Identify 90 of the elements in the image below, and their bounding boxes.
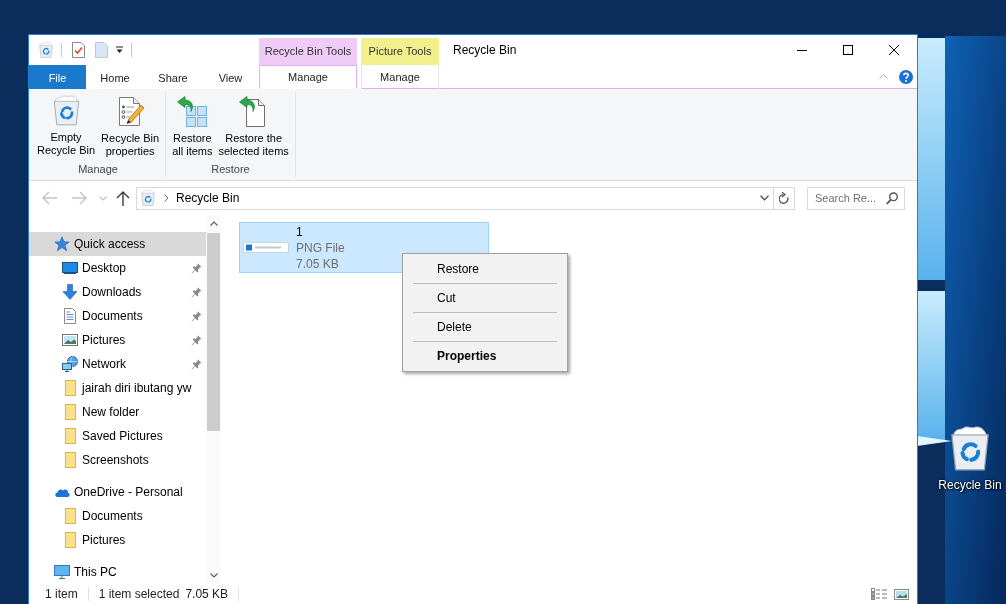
refresh-icon <box>778 191 790 205</box>
arrow-tiles-icon <box>176 95 209 127</box>
folder-icon <box>62 380 78 396</box>
status-text: 1 item <box>45 587 78 601</box>
large-icons-view-icon[interactable] <box>894 588 909 600</box>
nav-item[interactable]: Downloads <box>29 280 206 304</box>
chevron-right-icon <box>164 194 169 202</box>
star-icon <box>54 236 70 252</box>
nav-item[interactable]: Pictures <box>29 528 206 552</box>
checked-page-icon <box>72 42 85 58</box>
customize-toolbar-button[interactable] <box>115 46 124 54</box>
close-icon <box>889 45 899 55</box>
image-thumbnail <box>243 242 289 253</box>
help-button[interactable] <box>899 69 913 84</box>
file-tab[interactable]: File <box>29 65 86 89</box>
folder-icon <box>62 404 78 420</box>
caret-icon <box>115 46 124 54</box>
nav-item[interactable]: Desktop <box>29 256 206 280</box>
ribbon-group-label: Restore <box>210 162 251 177</box>
recycle-bin-icon[interactable] <box>950 426 990 471</box>
context-menu-item[interactable]: Delete <box>403 316 567 338</box>
help-icon <box>899 69 913 84</box>
scrollbar-thumb[interactable] <box>207 233 220 431</box>
nav-item[interactable]: Documents <box>29 304 206 328</box>
status-text: 1 item selected <box>98 587 180 601</box>
chevron-down-icon <box>759 195 769 201</box>
file-size: 7.05 KB <box>296 255 340 272</box>
breadcrumb-item[interactable]: Recycle Bin <box>176 191 240 205</box>
pin-icon <box>191 286 202 298</box>
computer-icon <box>54 564 70 580</box>
quick-access-toolbar-button[interactable] <box>72 42 85 58</box>
context-menu-item[interactable]: Properties <box>403 345 567 367</box>
search-field[interactable]: Search Re... <box>807 186 905 210</box>
ribbon-tab[interactable]: Manage <box>259 65 357 89</box>
recycle-bin-icon <box>141 190 155 206</box>
contextual-tab-header: Picture Tools <box>361 38 439 65</box>
file-name: 1 <box>296 223 304 240</box>
nav-item[interactable]: Quick access <box>29 232 206 256</box>
pin-icon <box>191 334 202 346</box>
ribbon-group-label: Manage <box>77 162 119 177</box>
pin-icon <box>191 262 202 274</box>
chevron-up-icon <box>879 74 888 79</box>
ribbon-button[interactable]: Restore all items <box>169 92 216 161</box>
maximize-icon <box>843 45 853 55</box>
context-menu-item[interactable]: Cut <box>403 287 567 309</box>
ribbon-button[interactable]: Restore the selected items <box>215 92 292 161</box>
up-arrow-icon <box>116 190 130 206</box>
ribbon-tab[interactable]: Home <box>86 65 144 89</box>
details-view-icon[interactable] <box>871 587 887 601</box>
nav-item[interactable]: OneDrive - Personal <box>29 480 206 504</box>
picture-icon <box>62 332 78 348</box>
folder-icon <box>62 452 78 468</box>
back-arrow-icon <box>42 191 58 205</box>
ribbon-button[interactable]: Recycle Bin properties <box>98 92 163 161</box>
window-title: Recycle Bin <box>453 43 517 57</box>
ribbon-tab[interactable]: Share <box>144 65 202 89</box>
document-icon <box>62 308 78 324</box>
nav-item[interactable]: This PC <box>29 560 206 584</box>
nav-item[interactable]: Saved Pictures <box>29 424 206 448</box>
search-icon <box>886 191 898 205</box>
nav-item[interactable]: New folder <box>29 400 206 424</box>
collapse-ribbon-button[interactable] <box>879 74 888 79</box>
folder-icon <box>62 508 78 524</box>
ribbon-button[interactable]: Empty Recycle Bin <box>34 92 99 161</box>
chevron-down-icon <box>99 195 107 201</box>
file-type: PNG File <box>296 239 345 256</box>
nav-item[interactable]: jairah diri ibutang yw <box>29 376 206 400</box>
status-text: 7.05 KB <box>185 587 229 601</box>
forward-arrow-icon <box>71 191 87 205</box>
pin-icon <box>191 358 202 370</box>
blank-page-icon <box>95 42 108 58</box>
chevron-up-icon[interactable] <box>209 221 218 226</box>
minimize-icon <box>797 49 807 51</box>
download-arrow-icon <box>62 284 78 300</box>
ribbon-tab[interactable]: Manage <box>361 65 439 89</box>
contextual-tab-header: Recycle Bin Tools <box>259 38 357 65</box>
folder-icon <box>62 532 78 548</box>
ribbon-tab[interactable]: View <box>202 65 259 89</box>
recycle-bin-icon <box>52 95 80 126</box>
globe-monitor-icon <box>62 356 78 372</box>
pin-icon <box>191 310 202 322</box>
nav-item[interactable]: Pictures <box>29 328 206 352</box>
nav-item[interactable]: Screenshots <box>29 448 206 472</box>
chevron-down-icon[interactable] <box>209 573 218 578</box>
address-bar[interactable]: Recycle Bin <box>136 186 795 210</box>
desktop-icon <box>62 260 78 276</box>
desktop-icon-label[interactable]: Recycle Bin <box>938 478 1002 492</box>
nav-item[interactable]: Documents <box>29 504 206 528</box>
folder-icon <box>62 428 78 444</box>
nav-item[interactable]: Network <box>29 352 206 376</box>
